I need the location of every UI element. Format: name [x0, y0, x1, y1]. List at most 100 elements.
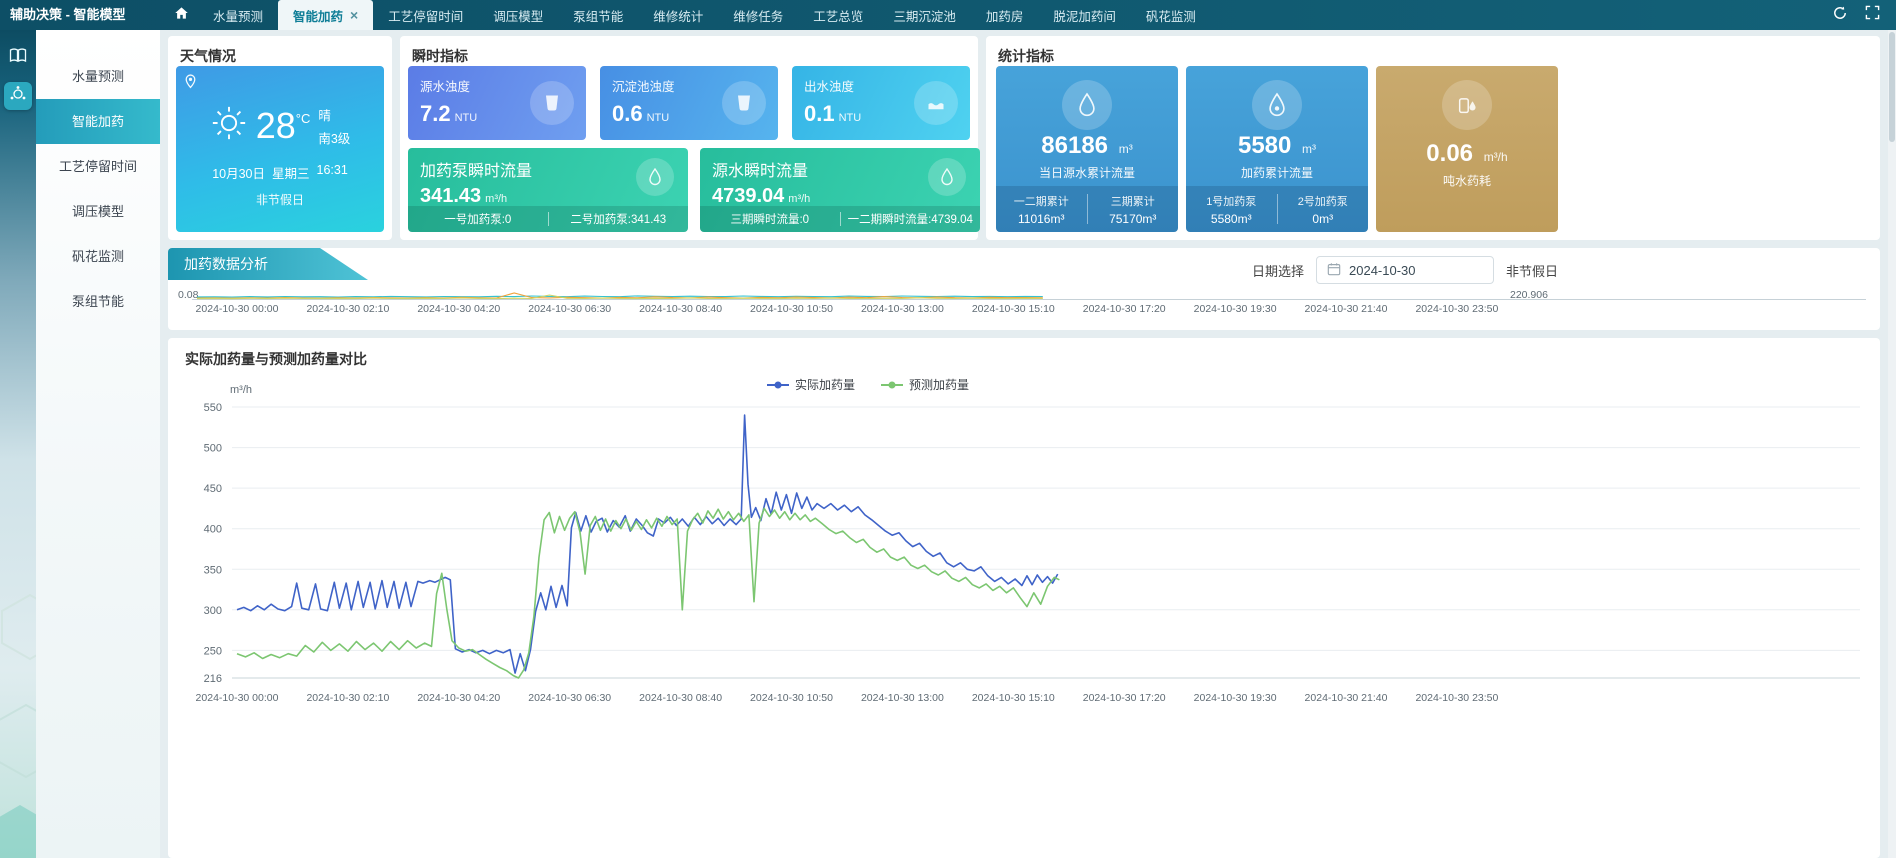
svg-text:2024-10-30 21:40: 2024-10-30 21:40 [1305, 692, 1388, 704]
tab-process-retention-time[interactable]: 工艺停留时间 [373, 0, 478, 30]
sidebar-item-pump-energy[interactable]: 泵组节能 [36, 279, 160, 324]
chemical-drop-icon [1442, 80, 1492, 130]
svg-text:2024-10-30 19:30: 2024-10-30 19:30 [1194, 692, 1277, 704]
weather-card: 28°C 晴 南3级 10月30日星期三16:31 非节假日 [176, 66, 384, 232]
tab-label: 矾花监测 [1146, 6, 1196, 25]
sidebar-item-process-retention-time[interactable]: 工艺停留时间 [36, 144, 160, 189]
svg-text:2024-10-30 02:10: 2024-10-30 02:10 [306, 692, 389, 704]
date-picker-row: 日期选择 2024-10-30 非节假日 [1252, 256, 1558, 284]
legend-label: 预测加药量 [909, 376, 969, 393]
tab-label: 工艺总览 [813, 6, 863, 25]
svg-text:450: 450 [204, 483, 222, 495]
tab-phase3-sedimentation[interactable]: 三期沉淀池 [878, 0, 971, 30]
chart-legend: 实际加药量 预测加药量 [168, 376, 1568, 393]
sidebar-item-water-volume-forecast[interactable]: 水量预测 [36, 54, 160, 99]
knowledge-base-button[interactable] [4, 44, 32, 72]
home-button[interactable] [164, 0, 198, 30]
flow-cards: 加药泵瞬时流量 341.43m³/h 一号加药泵:0 二号加药泵:341.43 … [408, 148, 980, 232]
chart-title: 实际加药量与预测加药量对比 [168, 338, 1880, 369]
flow-card-footer: 一号加药泵:0 二号加药泵:341.43 [408, 206, 688, 232]
app-root: 辅助决策 - 智能模型 水量预测 智能加药 × 工艺停留时间 调压模型 泵组节能… [0, 0, 1896, 858]
raw-water-flow-card: 源水瞬时流量 4739.04m³/h 三期瞬时流量:0 一二期瞬时流量:4739… [700, 148, 980, 232]
svg-text:0.08: 0.08 [178, 289, 199, 301]
dosing-comparison-panel: 实际加药量与预测加药量对比 实际加药量 预测加药量 m³/h 216250300… [168, 338, 1880, 858]
svg-text:2024-10-30 17:20: 2024-10-30 17:20 [1083, 692, 1166, 704]
tab-smart-dosing[interactable]: 智能加药 × [278, 0, 373, 30]
stat-card-footer: 一二期累计11016m³ 三期累计75170m³ [996, 186, 1178, 232]
tab-dosing-room[interactable]: 加药房 [971, 0, 1039, 30]
dosing-pump-flow-card: 加药泵瞬时流量 341.43m³/h 一号加药泵:0 二号加药泵:341.43 [408, 148, 688, 232]
svg-text:500: 500 [204, 443, 222, 455]
effluent-turbidity-card: 出水浊度 0.1NTU [792, 66, 970, 140]
weather-panel: 天气情况 28°C 晴 南3级 10月30日星期三16:31 非节假日 [168, 36, 392, 240]
tab-water-volume-forecast[interactable]: 水量预测 [198, 0, 278, 30]
tab-maintenance-tasks[interactable]: 维修任务 [718, 0, 798, 30]
date-picker-label: 日期选择 [1252, 261, 1304, 280]
stat-card-footer: 1号加药泵5580m³ 2号加药泵0m³ [1186, 186, 1368, 232]
svg-text:2024-10-30 21:40: 2024-10-30 21:40 [1305, 303, 1388, 315]
left-rail [0, 30, 36, 858]
svg-text:2024-10-30 13:00: 2024-10-30 13:00 [861, 692, 944, 704]
holiday-status: 非节假日 [176, 191, 384, 208]
home-icon [174, 6, 189, 25]
raw-water-total-card: 86186 m³ 当日源水累计流量 一二期累计11016m³ 三期累计75170… [996, 66, 1178, 232]
side-menu: 水量预测 智能加药 工艺停留时间 调压模型 矾花监测 泵组节能 [36, 30, 160, 858]
fullscreen-button[interactable] [1860, 3, 1884, 27]
water-drop-icon [1252, 80, 1302, 130]
svg-text:2024-10-30 06:30: 2024-10-30 06:30 [528, 303, 611, 315]
tab-close-icon[interactable]: × [350, 8, 358, 22]
svg-text:550: 550 [204, 402, 222, 414]
scrollbar-track[interactable] [1888, 30, 1896, 858]
flow-value: 4739.04m³/h [712, 185, 968, 208]
svg-text:400: 400 [204, 524, 222, 536]
location-pin-icon [184, 74, 197, 94]
weather-condition: 晴 南3级 [318, 105, 350, 147]
stat-value: 0.06 m³/h [1376, 140, 1558, 168]
tab-pressure-model[interactable]: 调压模型 [478, 0, 558, 30]
condition-text: 晴 [318, 105, 350, 124]
sidebar-item-smart-dosing[interactable]: 智能加药 [36, 99, 160, 144]
tab-label: 三期沉淀池 [893, 6, 956, 25]
date-picker-input[interactable]: 2024-10-30 [1316, 256, 1494, 284]
smart-model-nav-button[interactable] [4, 82, 32, 110]
svg-text:2024-10-30 23:50: 2024-10-30 23:50 [1415, 303, 1498, 315]
sidebar-item-floc-monitor[interactable]: 矾花监测 [36, 234, 160, 279]
tab-sludge-dosing-room[interactable]: 脱泥加药间 [1038, 0, 1131, 30]
weather-date-line: 10月30日星期三16:31 [176, 163, 384, 182]
legend-actual-dosing[interactable]: 实际加药量 [767, 376, 855, 393]
tab-label: 调压模型 [493, 6, 543, 25]
tab-process-overview[interactable]: 工艺总览 [798, 0, 878, 30]
tab-floc-monitor[interactable]: 矾花监测 [1131, 0, 1211, 30]
refresh-button[interactable] [1828, 3, 1852, 27]
svg-text:350: 350 [204, 564, 222, 576]
tab-pump-energy[interactable]: 泵组节能 [558, 0, 638, 30]
svg-text:2024-10-30 15:10: 2024-10-30 15:10 [972, 303, 1055, 315]
statistics-cards: 86186 m³ 当日源水累计流量 一二期累计11016m³ 三期累计75170… [996, 66, 1558, 232]
dosing-total-card: 5580 m³ 加药累计流量 1号加药泵5580m³ 2号加药泵0m³ [1186, 66, 1368, 232]
tab-label: 工艺停留时间 [388, 6, 463, 25]
sidebar-item-pressure-model[interactable]: 调压模型 [36, 189, 160, 234]
date-value: 2024-10-30 [1349, 263, 1416, 278]
svg-text:220.906: 220.906 [1510, 289, 1548, 301]
tab-label: 维修统计 [653, 6, 703, 25]
sun-icon [210, 104, 248, 147]
svg-text:2024-10-30 19:30: 2024-10-30 19:30 [1194, 303, 1277, 315]
turbidity-cards: 源水浊度 7.2NTU 沉淀池浊度 0.6NTU 出水浊度 0.1NTU [408, 66, 970, 140]
instant-panel-title: 瞬时指标 [400, 36, 978, 66]
app-title: 辅助决策 - 智能模型 [0, 0, 164, 30]
svg-text:2024-10-30 02:10: 2024-10-30 02:10 [306, 303, 389, 315]
beaker-icon [722, 81, 766, 125]
svg-text:300: 300 [204, 605, 222, 617]
model-icon [9, 85, 27, 108]
svg-text:2024-10-30 08:40: 2024-10-30 08:40 [639, 303, 722, 315]
legend-predicted-dosing[interactable]: 预测加药量 [881, 376, 969, 393]
svg-text:2024-10-30 13:00: 2024-10-30 13:00 [861, 303, 944, 315]
svg-text:2024-10-30 00:00: 2024-10-30 00:00 [196, 303, 279, 315]
topbar-actions [1828, 0, 1896, 30]
weather-panel-title: 天气情况 [168, 36, 392, 66]
scrollbar-thumb[interactable] [1889, 32, 1895, 142]
stat-value: 86186 m³ [996, 132, 1178, 160]
tab-maintenance-stats[interactable]: 维修统计 [638, 0, 718, 30]
statistics-panel-title: 统计指标 [986, 36, 1880, 66]
tab-bar: 水量预测 智能加药 × 工艺停留时间 调压模型 泵组节能 维修统计 维修任务 工… [198, 0, 1211, 30]
